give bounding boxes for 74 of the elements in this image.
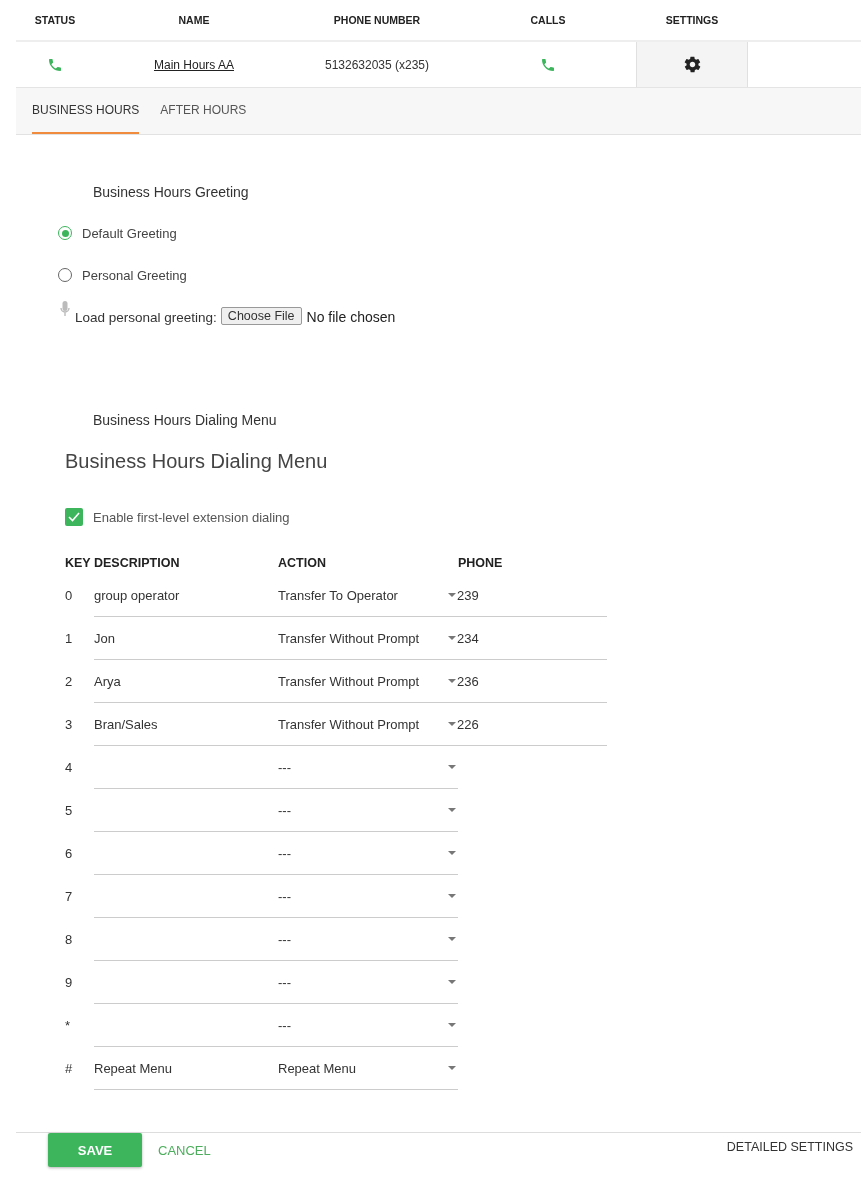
caret-icon: [448, 765, 456, 769]
phone-icon: [47, 56, 63, 73]
column-header: ACTION: [278, 556, 327, 570]
column-header: STATUS: [33, 14, 77, 26]
column-header: PHONE NUMBER: [332, 14, 422, 26]
action-dropdown[interactable]: ---: [278, 961, 448, 1004]
caret-icon: [448, 980, 456, 984]
action-dropdown[interactable]: Repeat Menu: [278, 1047, 448, 1090]
column-header: PHONE: [458, 556, 504, 570]
detailed-settings-link[interactable]: DETAILED SETTINGS: [726, 1140, 853, 1154]
phone-icon: [540, 56, 556, 73]
key-label: 0: [65, 587, 74, 605]
key-label: *: [65, 1017, 72, 1035]
key-label: 3: [65, 716, 74, 734]
settings-button[interactable]: [636, 42, 748, 87]
key-label: 9: [65, 974, 74, 992]
column-header: DESCRIPTION: [94, 556, 181, 570]
checkbox[interactable]: [65, 508, 83, 526]
column-header: SETTINGS: [664, 14, 720, 26]
key-label: #: [65, 1060, 74, 1078]
radio-label: Default Greeting: [82, 225, 177, 241]
caret-icon: [448, 679, 456, 683]
caret-icon: [448, 808, 456, 812]
action-dropdown[interactable]: Transfer To Operator: [278, 574, 448, 617]
action-dropdown[interactable]: ---: [278, 1004, 448, 1047]
key-label: 1: [65, 630, 74, 648]
description-field[interactable]: Repeat Menu: [94, 1047, 278, 1090]
action-dropdown[interactable]: Transfer Without Prompt: [278, 703, 448, 746]
column-header: NAME: [177, 14, 211, 26]
action-dropdown[interactable]: ---: [278, 789, 448, 832]
checkbox-label: Enable first-level extension dialing: [93, 509, 290, 525]
phone-dropdown[interactable]: 226: [448, 703, 607, 746]
radio-label: Personal Greeting: [82, 267, 187, 283]
action-dropdown[interactable]: Transfer Without Prompt: [278, 660, 448, 703]
key-label: 2: [65, 673, 74, 691]
caret-icon: [448, 894, 456, 898]
section-caption: Business Hours Dialing Menu: [93, 411, 278, 430]
file-status: No file chosen: [306, 309, 396, 325]
phone-dropdown[interactable]: 236: [448, 660, 607, 703]
upload-label: Load personal greeting:: [75, 310, 217, 325]
microphone-icon: [60, 301, 70, 317]
tab[interactable]: AFTER HOURS: [160, 88, 247, 134]
caret-icon: [448, 1023, 456, 1027]
column-header: CALLS: [529, 14, 567, 26]
action-dropdown[interactable]: ---: [278, 832, 448, 875]
caret-icon: [448, 851, 456, 855]
description-field[interactable]: group operator: [94, 574, 278, 617]
key-label: 4: [65, 759, 74, 777]
description-field[interactable]: Bran/Sales: [94, 703, 278, 746]
tab[interactable]: BUSINESS HOURS: [32, 88, 140, 134]
description-field[interactable]: Jon: [94, 617, 278, 660]
extension-name-link[interactable]: Main Hours AA: [153, 57, 234, 72]
description-field[interactable]: Arya: [94, 660, 278, 703]
caret-icon: [448, 937, 456, 941]
caret-icon: [448, 1066, 456, 1070]
caret-icon: [448, 636, 456, 640]
section-title: Business Hours Greeting: [93, 183, 250, 202]
phone-dropdown[interactable]: 234: [448, 617, 607, 660]
action-dropdown[interactable]: ---: [278, 875, 448, 918]
key-label: 7: [65, 888, 74, 906]
action-dropdown[interactable]: ---: [278, 746, 448, 789]
action-dropdown[interactable]: Transfer Without Prompt: [278, 617, 448, 660]
settings-icon: [682, 55, 702, 74]
caret-icon: [448, 722, 456, 726]
key-label: 5: [65, 802, 74, 820]
action-dropdown[interactable]: ---: [278, 918, 448, 961]
choose-file-button[interactable]: Choose File: [220, 307, 302, 325]
key-label: 8: [65, 931, 74, 949]
key-label: 6: [65, 845, 74, 863]
caret-icon: [448, 593, 456, 597]
section-title: Business Hours Dialing Menu: [65, 449, 329, 474]
column-header: KEY: [65, 556, 92, 570]
phone-number: 5132632035 (x235): [324, 57, 430, 72]
phone-dropdown[interactable]: 239: [448, 574, 607, 617]
